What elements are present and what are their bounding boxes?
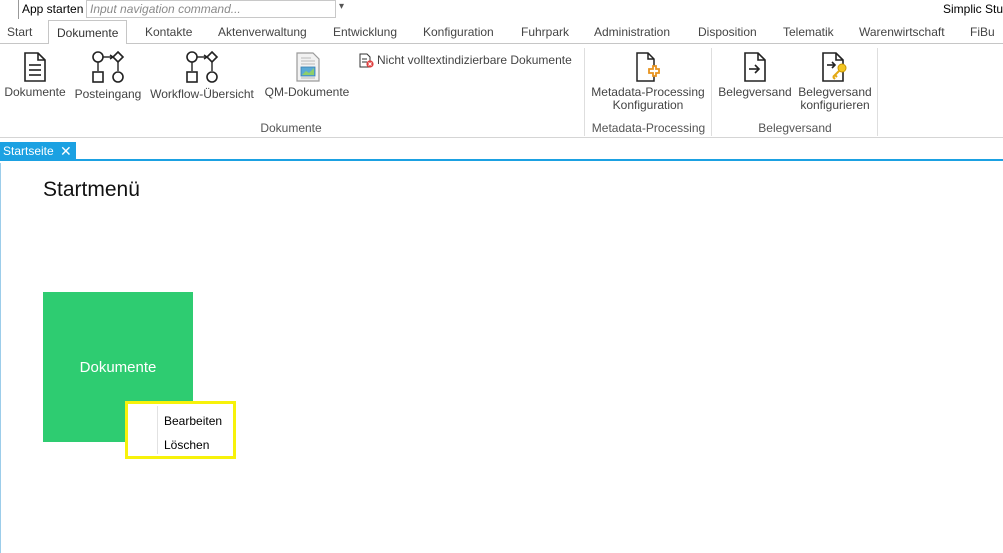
navigation-dropdown-icon[interactable]: ▾ bbox=[339, 1, 344, 12]
posteingang-button-label: Posteingang bbox=[74, 87, 142, 101]
ribbon-group-separator bbox=[711, 48, 712, 136]
top-bar: App starten ▾ Simplic Stu bbox=[0, 0, 1003, 19]
document-send-icon bbox=[744, 52, 766, 82]
group-label-belegversand: Belegversand bbox=[758, 121, 832, 135]
app-start-button[interactable]: App starten bbox=[22, 2, 83, 16]
belegversand-konfigurieren-button[interactable]: Belegversand konfigurieren bbox=[797, 52, 873, 112]
workflow-icon bbox=[92, 50, 125, 83]
context-menu: Bearbeiten Löschen bbox=[130, 406, 231, 454]
belegversand-konfigurieren-line2: konfigurieren bbox=[800, 98, 870, 112]
posteingang-button[interactable]: Posteingang bbox=[74, 50, 142, 101]
workflow-uebersicht-button-label: Workflow-Übersicht bbox=[150, 87, 254, 101]
tab-dokumente[interactable]: Dokumente bbox=[48, 20, 128, 45]
tab-fibu[interactable]: FiBu bbox=[970, 20, 995, 44]
ribbon: Dokumente Posteingang Workflow-Übersicht bbox=[0, 44, 1003, 138]
metadata-processing-label-line2: Konfiguration bbox=[612, 98, 684, 112]
context-menu-highlight: Bearbeiten Löschen bbox=[125, 401, 236, 459]
tab-konfiguration[interactable]: Konfiguration bbox=[423, 20, 494, 44]
document-key-icon bbox=[822, 52, 847, 82]
tab-administration[interactable]: Administration bbox=[594, 20, 670, 44]
tile-label: Dokumente bbox=[79, 359, 157, 376]
start-page-content: Startmenü Dokumente Bearbeiten Löschen bbox=[0, 163, 1003, 553]
belegversand-button[interactable]: Belegversand bbox=[717, 52, 793, 99]
workflow-uebersicht-button[interactable]: Workflow-Übersicht bbox=[147, 50, 257, 101]
qm-document-icon bbox=[296, 52, 320, 82]
ribbon-group-separator bbox=[584, 48, 585, 136]
document-settings-icon bbox=[636, 52, 660, 82]
context-menu-item-loeschen[interactable]: Löschen bbox=[164, 438, 209, 452]
qm-dokumente-button-label: QM-Dokumente bbox=[264, 85, 350, 99]
document-tab-strip: Startseite ✕ bbox=[0, 142, 1003, 161]
tab-disposition[interactable]: Disposition bbox=[698, 20, 757, 44]
doc-tab-label: Startseite bbox=[3, 144, 54, 158]
document-error-icon bbox=[359, 53, 374, 68]
tab-entwicklung[interactable]: Entwicklung bbox=[333, 20, 397, 44]
tab-warenwirtschaft[interactable]: Warenwirtschaft bbox=[859, 20, 945, 44]
nicht-volltextindizierbare-button[interactable]: Nicht volltextindizierbare Dokumente bbox=[359, 53, 572, 68]
context-menu-gutter bbox=[157, 406, 158, 454]
workflow-overview-icon bbox=[186, 50, 219, 83]
app-brand-title: Simplic Stu bbox=[943, 2, 1003, 16]
tab-aktenverwaltung[interactable]: Aktenverwaltung bbox=[218, 20, 307, 44]
context-menu-item-bearbeiten[interactable]: Bearbeiten bbox=[164, 414, 222, 428]
metadata-processing-konfiguration-button[interactable]: Metadata-Processing Konfiguration bbox=[590, 52, 706, 112]
page-title: Startmenü bbox=[43, 178, 140, 201]
navigation-command-input[interactable] bbox=[86, 0, 336, 18]
dokumente-button[interactable]: Dokumente bbox=[3, 52, 67, 99]
document-icon bbox=[24, 52, 46, 82]
doc-tab-startseite[interactable]: Startseite ✕ bbox=[0, 142, 76, 161]
dokumente-button-label: Dokumente bbox=[4, 85, 66, 99]
tab-telematik[interactable]: Telematik bbox=[783, 20, 834, 44]
ribbon-tabs: Start Dokumente Kontakte Aktenverwaltung… bbox=[0, 20, 1003, 45]
group-label-dokumente: Dokumente bbox=[260, 121, 322, 135]
group-label-metadata-processing: Metadata-Processing bbox=[591, 121, 706, 135]
belegversand-button-label: Belegversand bbox=[718, 85, 792, 99]
close-icon[interactable]: ✕ bbox=[60, 142, 72, 161]
ribbon-group-separator bbox=[877, 48, 878, 136]
nicht-volltextindizierbare-label: Nicht volltextindizierbare Dokumente bbox=[377, 53, 572, 67]
tab-kontakte[interactable]: Kontakte bbox=[145, 20, 192, 44]
top-bar-separator bbox=[18, 0, 19, 19]
tab-fuhrpark[interactable]: Fuhrpark bbox=[521, 20, 569, 44]
qm-dokumente-button[interactable]: QM-Dokumente bbox=[262, 52, 352, 99]
tab-start[interactable]: Start bbox=[7, 20, 32, 44]
